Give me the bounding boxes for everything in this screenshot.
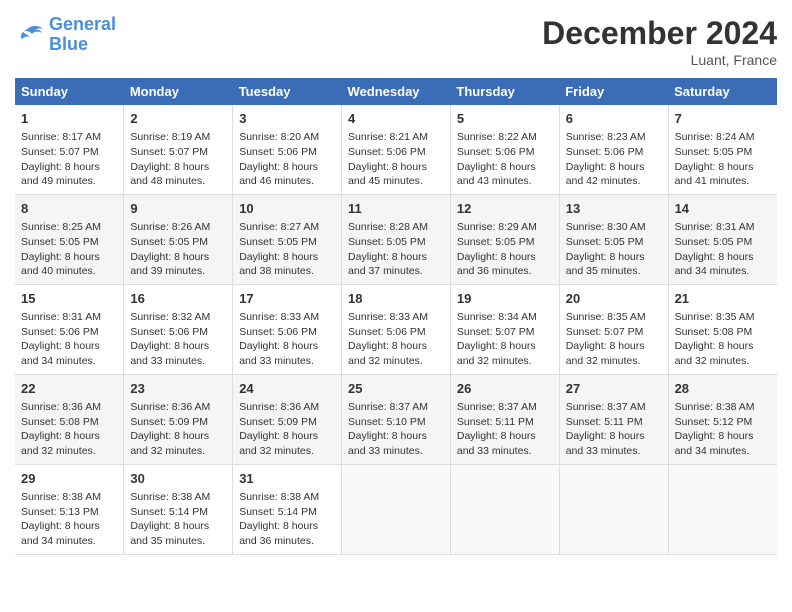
calendar-cell: 10Sunrise: 8:27 AMSunset: 5:05 PMDayligh…	[233, 194, 342, 284]
col-friday: Friday	[559, 78, 668, 105]
calendar-week-3: 15Sunrise: 8:31 AMSunset: 5:06 PMDayligh…	[15, 284, 777, 374]
logo: General Blue	[15, 15, 116, 55]
calendar-cell: 16Sunrise: 8:32 AMSunset: 5:06 PMDayligh…	[124, 284, 233, 374]
calendar-cell: 5Sunrise: 8:22 AMSunset: 5:06 PMDaylight…	[450, 105, 559, 194]
calendar-cell: 30Sunrise: 8:38 AMSunset: 5:14 PMDayligh…	[124, 464, 233, 554]
location: Luant, France	[542, 52, 777, 68]
calendar-week-2: 8Sunrise: 8:25 AMSunset: 5:05 PMDaylight…	[15, 194, 777, 284]
calendar-cell: 29Sunrise: 8:38 AMSunset: 5:13 PMDayligh…	[15, 464, 124, 554]
calendar-cell: 27Sunrise: 8:37 AMSunset: 5:11 PMDayligh…	[559, 374, 668, 464]
calendar-cell: 1Sunrise: 8:17 AMSunset: 5:07 PMDaylight…	[15, 105, 124, 194]
logo-bird-icon	[15, 23, 45, 47]
month-title: December 2024	[542, 15, 777, 52]
col-sunday: Sunday	[15, 78, 124, 105]
col-monday: Monday	[124, 78, 233, 105]
calendar-cell: 2Sunrise: 8:19 AMSunset: 5:07 PMDaylight…	[124, 105, 233, 194]
calendar-cell: 25Sunrise: 8:37 AMSunset: 5:10 PMDayligh…	[342, 374, 451, 464]
col-thursday: Thursday	[450, 78, 559, 105]
calendar-cell: 7Sunrise: 8:24 AMSunset: 5:05 PMDaylight…	[668, 105, 777, 194]
calendar-cell: 26Sunrise: 8:37 AMSunset: 5:11 PMDayligh…	[450, 374, 559, 464]
calendar-cell: 31Sunrise: 8:38 AMSunset: 5:14 PMDayligh…	[233, 464, 342, 554]
calendar-header-row: Sunday Monday Tuesday Wednesday Thursday…	[15, 78, 777, 105]
calendar-cell	[450, 464, 559, 554]
calendar-cell: 19Sunrise: 8:34 AMSunset: 5:07 PMDayligh…	[450, 284, 559, 374]
page-header: General Blue December 2024 Luant, France	[15, 15, 777, 68]
calendar-cell: 8Sunrise: 8:25 AMSunset: 5:05 PMDaylight…	[15, 194, 124, 284]
calendar-week-1: 1Sunrise: 8:17 AMSunset: 5:07 PMDaylight…	[15, 105, 777, 194]
calendar-table: Sunday Monday Tuesday Wednesday Thursday…	[15, 78, 777, 555]
col-tuesday: Tuesday	[233, 78, 342, 105]
calendar-cell	[342, 464, 451, 554]
logo-text: General Blue	[49, 15, 116, 55]
calendar-cell: 23Sunrise: 8:36 AMSunset: 5:09 PMDayligh…	[124, 374, 233, 464]
calendar-cell: 22Sunrise: 8:36 AMSunset: 5:08 PMDayligh…	[15, 374, 124, 464]
calendar-cell: 21Sunrise: 8:35 AMSunset: 5:08 PMDayligh…	[668, 284, 777, 374]
calendar-cell: 24Sunrise: 8:36 AMSunset: 5:09 PMDayligh…	[233, 374, 342, 464]
calendar-cell: 15Sunrise: 8:31 AMSunset: 5:06 PMDayligh…	[15, 284, 124, 374]
calendar-cell: 28Sunrise: 8:38 AMSunset: 5:12 PMDayligh…	[668, 374, 777, 464]
calendar-cell: 9Sunrise: 8:26 AMSunset: 5:05 PMDaylight…	[124, 194, 233, 284]
calendar-cell: 20Sunrise: 8:35 AMSunset: 5:07 PMDayligh…	[559, 284, 668, 374]
calendar-cell: 11Sunrise: 8:28 AMSunset: 5:05 PMDayligh…	[342, 194, 451, 284]
calendar-cell: 6Sunrise: 8:23 AMSunset: 5:06 PMDaylight…	[559, 105, 668, 194]
calendar-cell: 4Sunrise: 8:21 AMSunset: 5:06 PMDaylight…	[342, 105, 451, 194]
calendar-cell: 17Sunrise: 8:33 AMSunset: 5:06 PMDayligh…	[233, 284, 342, 374]
calendar-cell	[559, 464, 668, 554]
calendar-cell: 3Sunrise: 8:20 AMSunset: 5:06 PMDaylight…	[233, 105, 342, 194]
calendar-cell: 14Sunrise: 8:31 AMSunset: 5:05 PMDayligh…	[668, 194, 777, 284]
calendar-cell: 12Sunrise: 8:29 AMSunset: 5:05 PMDayligh…	[450, 194, 559, 284]
col-wednesday: Wednesday	[342, 78, 451, 105]
col-saturday: Saturday	[668, 78, 777, 105]
calendar-cell: 18Sunrise: 8:33 AMSunset: 5:06 PMDayligh…	[342, 284, 451, 374]
calendar-week-5: 29Sunrise: 8:38 AMSunset: 5:13 PMDayligh…	[15, 464, 777, 554]
calendar-cell	[668, 464, 777, 554]
calendar-week-4: 22Sunrise: 8:36 AMSunset: 5:08 PMDayligh…	[15, 374, 777, 464]
title-area: December 2024 Luant, France	[542, 15, 777, 68]
calendar-cell: 13Sunrise: 8:30 AMSunset: 5:05 PMDayligh…	[559, 194, 668, 284]
